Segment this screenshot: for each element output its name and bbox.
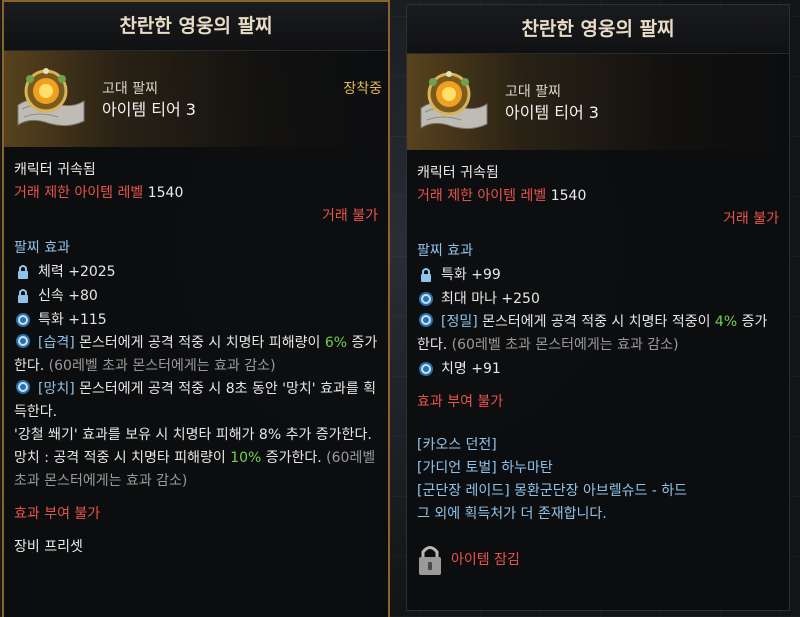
item-header: 고대 팔찌 아이템 티어 3 <box>407 54 789 150</box>
stat-row: 최대 마나 +250 <box>417 287 779 311</box>
item-title: 찬란한 영웅의 팔찌 <box>407 5 789 54</box>
item-locked-status: 아이템 잠김 <box>417 540 779 580</box>
swirl-icon <box>419 362 433 376</box>
equipped-badge: 장착중 <box>343 81 382 97</box>
effect-section-title: 팔찌 효과 <box>14 240 70 256</box>
trade-status: 거래 불가 <box>322 208 378 224</box>
trade-status: 거래 불가 <box>723 211 779 227</box>
swirl-icon <box>419 313 433 327</box>
effect-hammer-detail-2: 망치 : 공격 적중 시 치명타 피해량이 10% 증가한다. (60레벨 초과… <box>14 450 376 489</box>
effect-assault: [습격] 몬스터에게 공격 적중 시 치명타 피해량이 6% 증가한다. (60… <box>14 332 378 378</box>
item-tier: 아이템 티어 3 <box>102 100 196 119</box>
source-more: 그 외에 획득처가 더 존재합니다. <box>417 506 607 522</box>
compare-item-tooltip: 찬란한 영웅의 팔찌 고대 팔찌 아이템 티어 3 캐릭터 귀속됨 거래 제한 … <box>406 4 790 611</box>
swirl-icon <box>16 313 30 327</box>
stat-row: 신속 +80 <box>14 284 378 308</box>
stat-row: 특화 +115 <box>14 308 378 332</box>
item-title: 찬란한 영웅의 팔찌 <box>4 2 388 51</box>
padlock-icon <box>419 546 441 575</box>
bound-status: 캐릭터 귀속됨 <box>417 165 499 181</box>
trade-requirement: 거래 제한 아이템 레벨 1540 <box>417 188 587 204</box>
bracelet-icon <box>17 68 85 127</box>
swirl-icon <box>16 380 30 394</box>
trade-requirement: 거래 제한 아이템 레벨 1540 <box>14 185 184 201</box>
equipped-item-tooltip: 찬란한 영웅의 팔찌 고대 팔찌 아이템 티어 3 장착중 캐릭터 귀속됨 거래… <box>2 0 390 617</box>
source-legion-raid: [군단장 레이드] 몽환군단장 아브렐슈드 - 하드 <box>417 483 688 499</box>
no-enchant-label: 효과 부여 불가 <box>417 394 504 410</box>
lock-icon <box>18 265 28 279</box>
stat-row: 치명 +91 <box>417 357 779 381</box>
no-enchant-label: 효과 부여 불가 <box>14 506 101 522</box>
stat-row: 체력 +2025 <box>14 260 378 284</box>
locked-label: 아이템 잠김 <box>451 551 520 568</box>
effect-precision: [정밀] 몬스터에게 공격 적중 시 치명타 적중이 4% 증가한다. (60레… <box>417 311 779 357</box>
stat-row: 특화 +99 <box>417 263 779 287</box>
swirl-icon <box>419 292 433 306</box>
effect-hammer: [망치] 몬스터에게 공격 적중 시 8초 동안 '망치' 효과를 획득한다. <box>14 378 378 424</box>
effect-hammer-detail: '강철 쐐기' 효과를 보유 시 치명타 피해가 8% 추가 증가한다. <box>14 427 372 443</box>
source-guardian-raid: [가디언 토벌] 하누마탄 <box>417 460 553 476</box>
lock-icon <box>18 289 28 303</box>
item-header: 고대 팔찌 아이템 티어 3 장착중 <box>4 51 388 147</box>
equipment-preset: 장비 프리셋 <box>14 539 83 555</box>
source-chaos-dungeon: [카오스 던전] <box>417 437 497 453</box>
swirl-icon <box>16 334 30 348</box>
effect-section-title: 팔찌 효과 <box>417 243 473 259</box>
bracelet-icon <box>420 71 488 130</box>
lock-icon <box>421 268 431 282</box>
bound-status: 캐릭터 귀속됨 <box>14 162 96 178</box>
item-tier: 아이템 티어 3 <box>505 103 599 122</box>
